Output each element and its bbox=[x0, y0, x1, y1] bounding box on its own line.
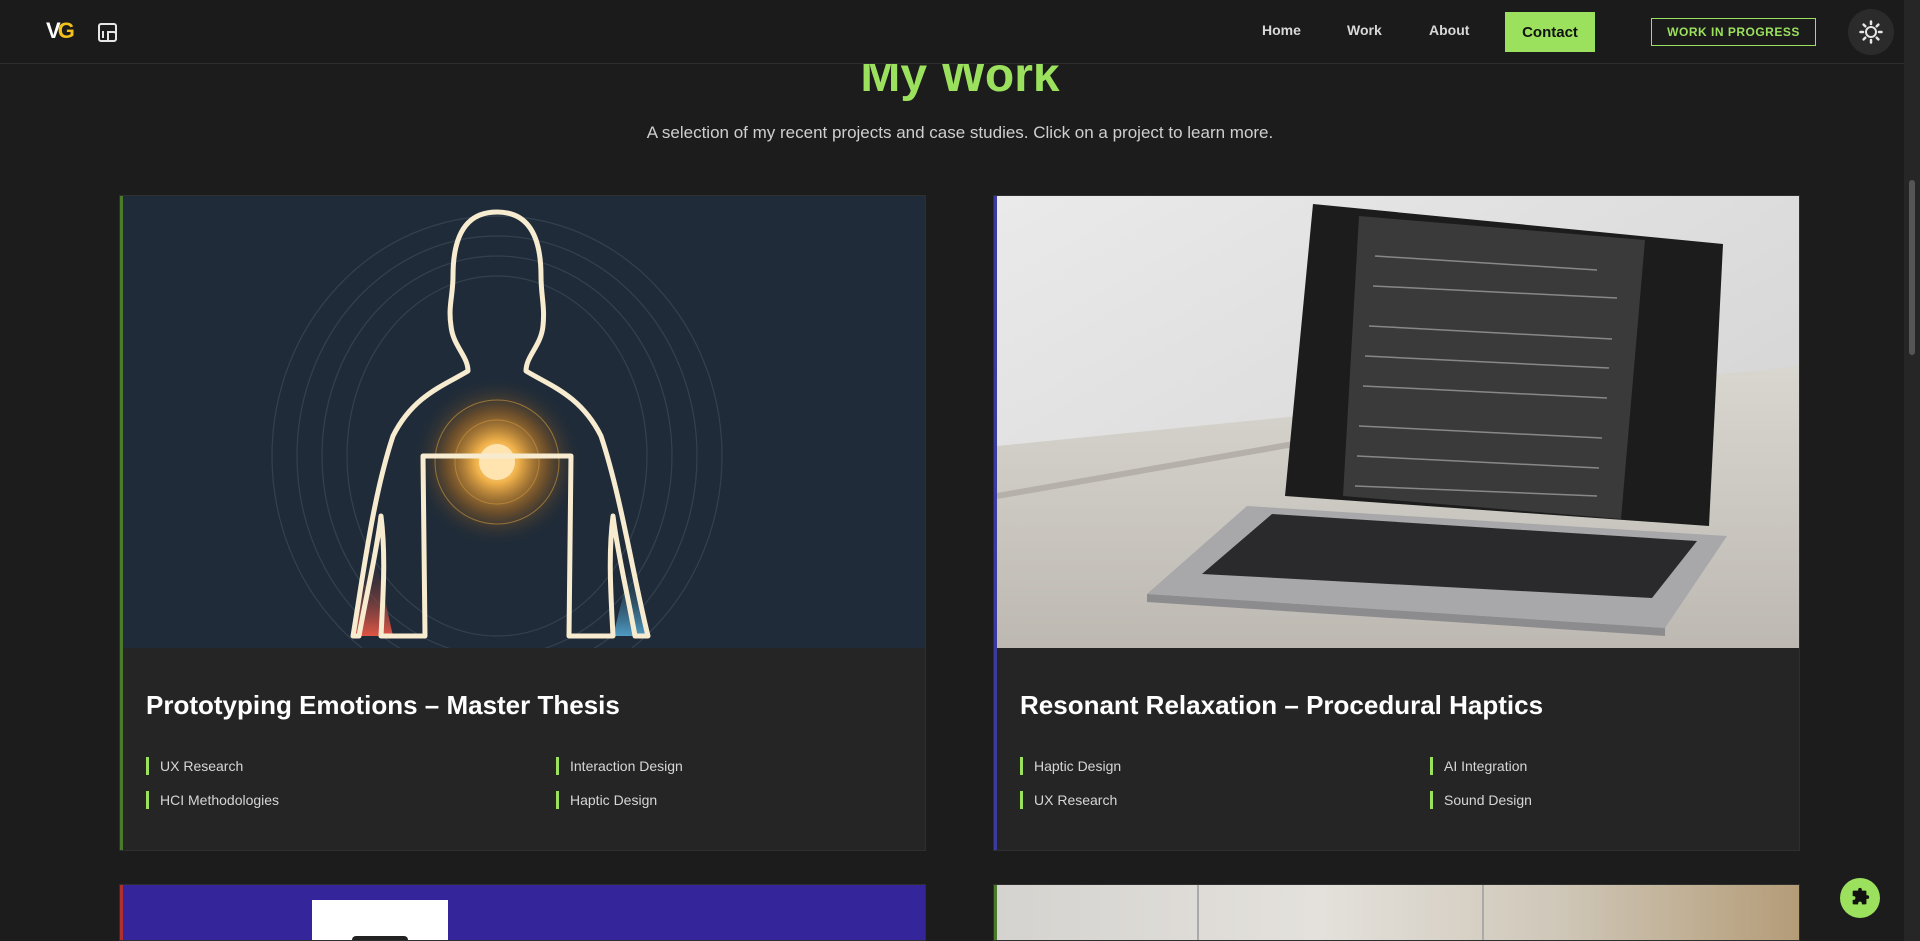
nav-link-home[interactable]: Home bbox=[1262, 22, 1301, 38]
phone-mockup bbox=[312, 900, 448, 940]
logo-v: V bbox=[46, 18, 61, 43]
top-navbar: VG Home Work About Contact WORK IN PROGR… bbox=[0, 0, 1904, 64]
project-tag: Haptic Design bbox=[556, 791, 657, 809]
puzzle-icon bbox=[1852, 887, 1870, 905]
project-title[interactable]: Prototyping Emotions – Master Thesis bbox=[146, 690, 620, 721]
scrollbar-thumb[interactable] bbox=[1909, 180, 1915, 355]
phone-notch bbox=[352, 936, 408, 940]
laptop-photo-illustration bbox=[997, 196, 1799, 648]
linkedin-icon[interactable] bbox=[98, 23, 117, 42]
page-subtitle: A selection of my recent projects and ca… bbox=[646, 123, 1274, 142]
project-image-emotions bbox=[123, 196, 925, 648]
sun-icon bbox=[1859, 20, 1883, 44]
project-image-4 bbox=[997, 885, 1799, 940]
project-tag: UX Research bbox=[1020, 791, 1117, 809]
human-silhouette-illustration bbox=[123, 196, 925, 648]
project-tag: Sound Design bbox=[1430, 791, 1532, 809]
project-tag: Interaction Design bbox=[556, 757, 683, 775]
extension-button[interactable] bbox=[1840, 878, 1880, 918]
project-image-3 bbox=[123, 885, 925, 940]
work-in-progress-button[interactable]: WORK IN PROGRESS bbox=[1651, 18, 1816, 46]
project-tag: AI Integration bbox=[1430, 757, 1527, 775]
contact-button[interactable]: Contact bbox=[1505, 12, 1595, 52]
project-tag: Haptic Design bbox=[1020, 757, 1121, 775]
project-tag: HCI Methodologies bbox=[146, 791, 279, 809]
nav-link-about[interactable]: About bbox=[1429, 22, 1469, 38]
project-card-4[interactable] bbox=[993, 884, 1800, 941]
photo-detail bbox=[1197, 885, 1199, 940]
photo-detail bbox=[1482, 885, 1484, 940]
project-card-prototyping-emotions[interactable]: Prototyping Emotions – Master Thesis UX … bbox=[119, 195, 926, 851]
nav-link-work[interactable]: Work bbox=[1347, 22, 1382, 38]
theme-toggle-button[interactable] bbox=[1848, 9, 1894, 55]
project-card-3[interactable] bbox=[119, 884, 926, 941]
project-title[interactable]: Resonant Relaxation – Procedural Haptics bbox=[1020, 690, 1543, 721]
site-logo[interactable]: VG bbox=[46, 18, 76, 44]
project-image-laptop bbox=[997, 196, 1799, 648]
project-card-resonant-relaxation[interactable]: Resonant Relaxation – Procedural Haptics… bbox=[993, 195, 1800, 851]
logo-g: G bbox=[57, 18, 75, 43]
project-tag: UX Research bbox=[146, 757, 243, 775]
